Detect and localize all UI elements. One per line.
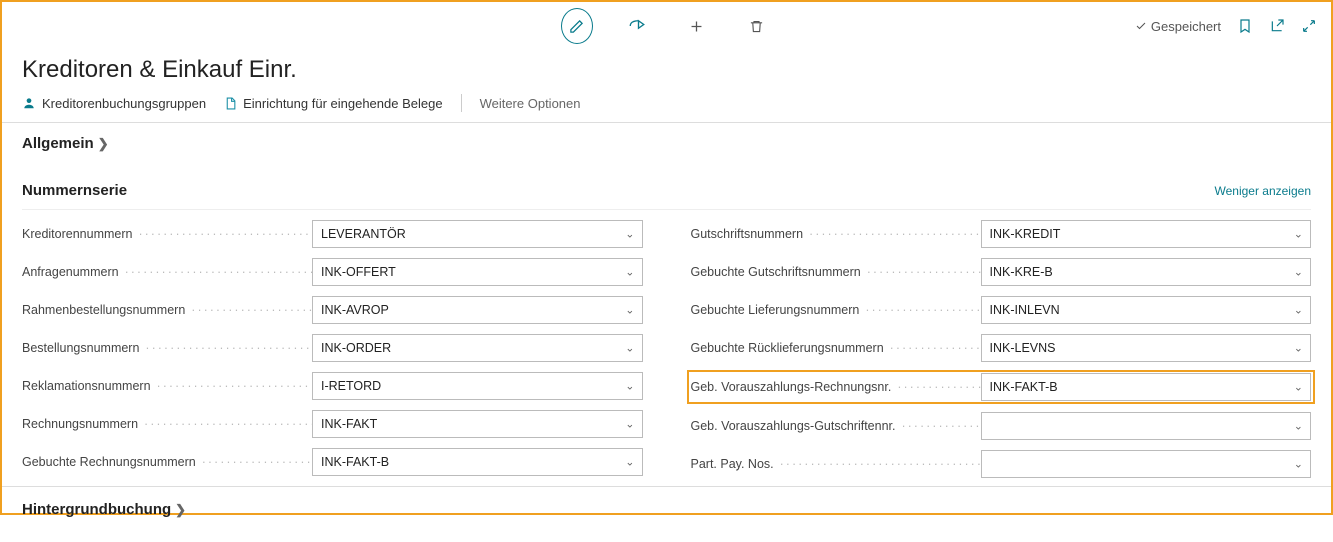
field-row: Gebuchte Rechnungsnummern⌄: [22, 448, 643, 476]
field-wrap: ⌄: [981, 412, 1312, 440]
bookmark-icon: [1237, 18, 1253, 34]
field-row: Part. Pay. Nos.⌄: [691, 450, 1312, 478]
field-label: Geb. Vorauszahlungs-Rechnungsnr.: [691, 380, 981, 394]
command-bar: Kreditorenbuchungsgruppen Einrichtung fü…: [2, 94, 1331, 123]
edit-button[interactable]: [561, 10, 593, 42]
document-icon: [224, 97, 237, 110]
saved-status: Gespeichert: [1135, 19, 1221, 34]
field-wrap: ⌄: [312, 448, 643, 476]
dropdown-input[interactable]: [312, 372, 643, 400]
popout-button[interactable]: [1269, 18, 1285, 34]
field-wrap: ⌄: [981, 258, 1312, 286]
field-wrap: ⌄: [981, 450, 1312, 478]
popout-icon: [1269, 18, 1285, 34]
bookmark-button[interactable]: [1237, 18, 1253, 34]
plus-icon: [688, 18, 705, 35]
field-row: Gutschriftsnummern⌄: [691, 220, 1312, 248]
pencil-icon: [561, 8, 593, 44]
field-label: Gebuchte Rücklieferungsnummern: [691, 341, 981, 355]
chevron-right-icon: ❯: [98, 136, 109, 152]
section-general: Allgemein ❯: [2, 123, 1331, 170]
topbar: Gespeichert: [2, 2, 1331, 50]
new-button[interactable]: [681, 10, 713, 42]
cmd-posting-groups[interactable]: Kreditorenbuchungsgruppen: [22, 96, 206, 111]
field-row: Rahmenbestellungsnummern⌄: [22, 296, 643, 324]
page-title: Kreditoren & Einkauf Einr.: [2, 50, 1331, 94]
section-number-series: Nummernserie Weniger anzeigen Kreditoren…: [2, 170, 1331, 486]
field-wrap: ⌄: [312, 334, 643, 362]
person-icon: [22, 96, 36, 110]
dropdown-input[interactable]: [312, 448, 643, 476]
dropdown-input[interactable]: [312, 258, 643, 286]
fields-right-column: Gutschriftsnummern⌄Gebuchte Gutschriftsn…: [691, 220, 1312, 478]
share-button[interactable]: [621, 10, 653, 42]
section-head-number-series[interactable]: Nummernserie Weniger anzeigen: [22, 182, 1311, 210]
dropdown-input[interactable]: [981, 373, 1312, 401]
field-row: Bestellungsnummern⌄: [22, 334, 643, 362]
dropdown-input[interactable]: [312, 296, 643, 324]
cmd-more-options[interactable]: Weitere Optionen: [480, 96, 581, 111]
dropdown-input[interactable]: [981, 220, 1312, 248]
field-row: Gebuchte Lieferungsnummern⌄: [691, 296, 1312, 324]
dropdown-input[interactable]: [312, 220, 643, 248]
field-label: Gutschriftsnummern: [691, 227, 981, 241]
dropdown-input[interactable]: [981, 450, 1312, 478]
delete-button[interactable]: [741, 10, 773, 42]
show-less-link[interactable]: Weniger anzeigen: [1214, 184, 1311, 198]
field-label: Gebuchte Gutschriftsnummern: [691, 265, 981, 279]
trash-icon: [749, 19, 764, 34]
divider: [461, 94, 462, 112]
field-row: Rechnungsnummern⌄: [22, 410, 643, 438]
field-wrap: ⌄: [981, 334, 1312, 362]
field-row: Geb. Vorauszahlungs-Rechnungsnr.⌄: [689, 372, 1314, 402]
field-row: Anfragenummern⌄: [22, 258, 643, 286]
field-wrap: ⌄: [981, 373, 1312, 401]
collapse-button[interactable]: [1301, 18, 1317, 34]
field-label: Gebuchte Lieferungsnummern: [691, 303, 981, 317]
field-label: Gebuchte Rechnungsnummern: [22, 455, 312, 469]
dropdown-input[interactable]: [981, 412, 1312, 440]
fields-left-column: Kreditorennummern⌄Anfragenummern⌄Rahmenb…: [22, 220, 643, 478]
field-row: Kreditorennummern⌄: [22, 220, 643, 248]
field-wrap: ⌄: [312, 220, 643, 248]
check-icon: [1135, 20, 1147, 32]
field-label: Kreditorennummern: [22, 227, 312, 241]
field-wrap: ⌄: [981, 220, 1312, 248]
field-row: Gebuchte Rücklieferungsnummern⌄: [691, 334, 1312, 362]
cmd-incoming-docs[interactable]: Einrichtung für eingehende Belege: [224, 96, 442, 111]
field-label: Anfragenummern: [22, 265, 312, 279]
chevron-right-icon: ❯: [175, 502, 186, 518]
section-head-general[interactable]: Allgemein ❯: [22, 135, 1311, 162]
field-row: Gebuchte Gutschriftsnummern⌄: [691, 258, 1312, 286]
field-label: Bestellungsnummern: [22, 341, 312, 355]
field-wrap: ⌄: [312, 372, 643, 400]
field-label: Geb. Vorauszahlungs-Gutschriftennr.: [691, 419, 981, 433]
field-wrap: ⌄: [312, 410, 643, 438]
field-label: Reklamationsnummern: [22, 379, 312, 393]
collapse-icon: [1301, 18, 1317, 34]
section-background-posting: Hintergrundbuchung ❯: [2, 486, 1331, 542]
field-label: Part. Pay. Nos.: [691, 457, 981, 471]
field-wrap: ⌄: [981, 296, 1312, 324]
dropdown-input[interactable]: [981, 258, 1312, 286]
field-row: Geb. Vorauszahlungs-Gutschriftennr.⌄: [691, 412, 1312, 440]
dropdown-input[interactable]: [312, 334, 643, 362]
field-wrap: ⌄: [312, 258, 643, 286]
dropdown-input[interactable]: [312, 410, 643, 438]
share-icon: [628, 17, 646, 35]
dropdown-input[interactable]: [981, 334, 1312, 362]
field-row: Reklamationsnummern⌄: [22, 372, 643, 400]
dropdown-input[interactable]: [981, 296, 1312, 324]
field-label: Rahmenbestellungsnummern: [22, 303, 312, 317]
field-label: Rechnungsnummern: [22, 417, 312, 431]
field-wrap: ⌄: [312, 296, 643, 324]
